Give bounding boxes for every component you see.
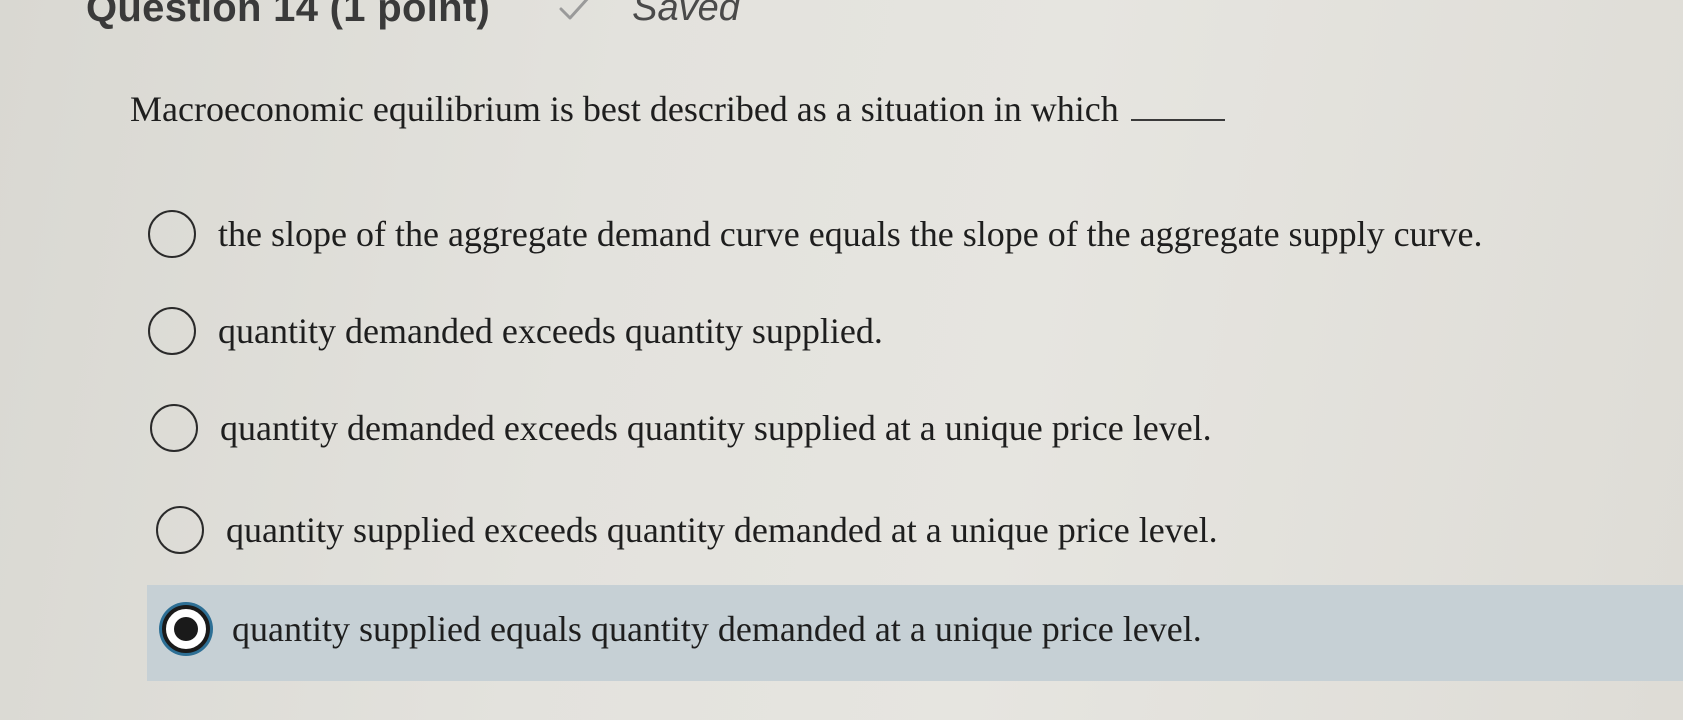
radio-button[interactable] <box>156 506 204 554</box>
quiz-page: Question 14 (1 point) Saved Macroeconomi… <box>0 0 1683 720</box>
answer-option-5[interactable]: quantity supplied equals quantity demand… <box>162 605 1202 653</box>
answer-option-label: quantity supplied exceeds quantity deman… <box>226 510 1218 550</box>
answer-blank <box>1130 89 1225 121</box>
answer-option-2[interactable]: quantity demanded exceeds quantity suppl… <box>148 307 883 355</box>
radio-button-selected[interactable] <box>162 605 210 653</box>
saved-status: Saved <box>632 0 740 29</box>
answer-option-label: quantity demanded exceeds quantity suppl… <box>218 311 883 351</box>
question-header: Question 14 (1 point) Saved <box>86 0 740 38</box>
answer-option-label: quantity supplied equals quantity demand… <box>232 609 1202 649</box>
answer-option-1[interactable]: the slope of the aggregate demand curve … <box>148 210 1483 258</box>
question-text: Macroeconomic equilibrium is best descri… <box>130 88 1225 130</box>
answer-option-3[interactable]: quantity demanded exceeds quantity suppl… <box>150 404 1212 452</box>
answer-option-label: quantity demanded exceeds quantity suppl… <box>220 408 1212 448</box>
answer-option-label: the slope of the aggregate demand curve … <box>218 214 1483 254</box>
checkmark-icon <box>558 0 592 23</box>
radio-button[interactable] <box>148 307 196 355</box>
question-title: Question 14 (1 point) <box>86 0 491 30</box>
radio-button[interactable] <box>148 210 196 258</box>
question-prompt: Macroeconomic equilibrium is best descri… <box>130 89 1119 129</box>
radio-selected-dot <box>174 617 198 641</box>
answer-option-4[interactable]: quantity supplied exceeds quantity deman… <box>156 506 1218 554</box>
radio-button[interactable] <box>150 404 198 452</box>
